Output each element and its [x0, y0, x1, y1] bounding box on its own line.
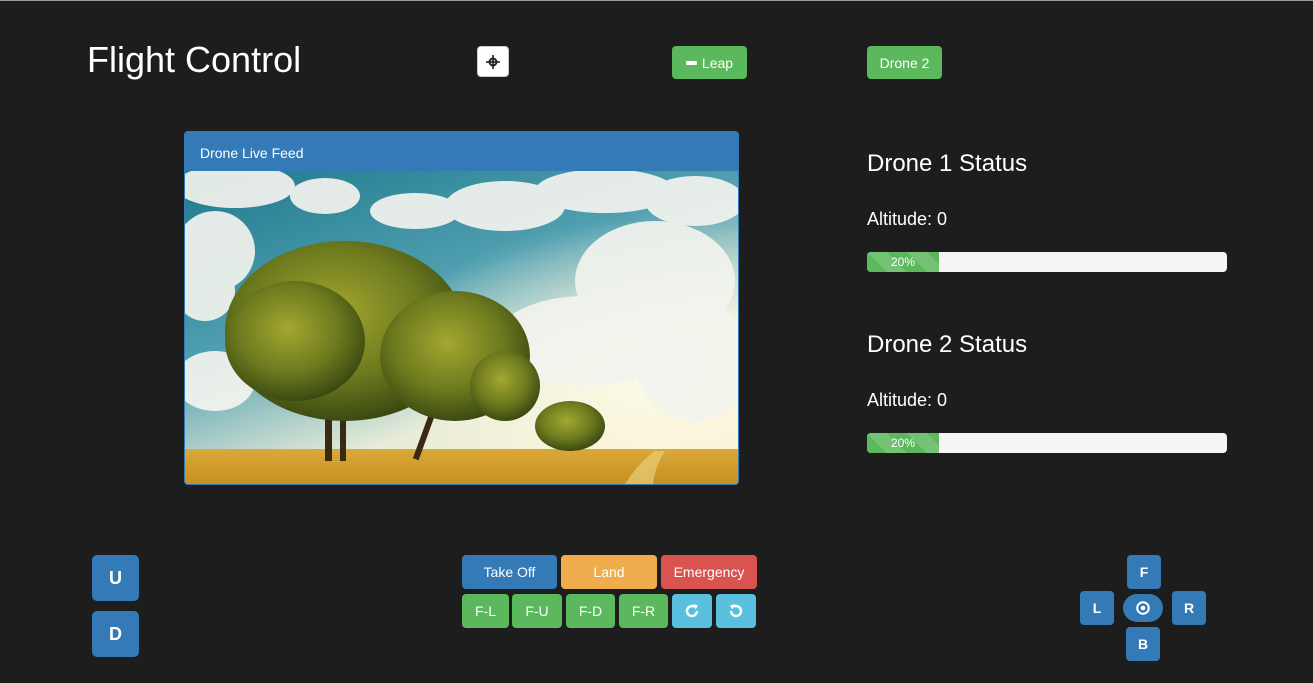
hover-center-button[interactable] [1123, 594, 1163, 622]
drone-1-altitude: Altitude: 0 [867, 209, 948, 229]
take-off-button[interactable]: Take Off [462, 555, 557, 589]
forward-button[interactable]: F [1127, 555, 1161, 589]
flip-right-button[interactable]: F-R [619, 594, 668, 628]
rotate-clockwise-button[interactable] [672, 594, 712, 628]
drone-2-progress-bar: 20% [867, 433, 939, 453]
minus-icon [685, 60, 697, 65]
crosshair-button[interactable] [477, 46, 509, 77]
live-feed-heading: Drone Live Feed [185, 132, 738, 171]
rotate-cw-icon [685, 604, 699, 618]
live-feed-image [185, 171, 738, 484]
rotate-counterclockwise-button[interactable] [716, 594, 756, 628]
down-button[interactable]: D [92, 611, 139, 657]
flip-down-button[interactable]: F-D [566, 594, 615, 628]
flip-left-button[interactable]: F-L [462, 594, 509, 628]
right-button[interactable]: R [1172, 591, 1206, 625]
emergency-button[interactable]: Emergency [661, 555, 757, 589]
drone-1-status-title: Drone 1 Status [867, 150, 1028, 177]
page-title: Flight Control [87, 39, 302, 80]
live-feed-panel: Drone Live Feed [184, 131, 739, 485]
leap-button[interactable]: Leap [672, 46, 747, 79]
target-icon [1136, 601, 1150, 615]
flip-up-button[interactable]: F-U [512, 594, 562, 628]
land-button[interactable]: Land [561, 555, 657, 589]
drone-2-button[interactable]: Drone 2 [867, 46, 942, 79]
drone-2-progress: 20% [867, 433, 1227, 453]
drone-2-altitude: Altitude: 0 [867, 390, 948, 410]
drone-1-progress: 20% [867, 252, 1227, 272]
up-button[interactable]: U [92, 555, 139, 601]
drone-2-status-title: Drone 2 Status [867, 331, 1028, 358]
leap-label: Leap [701, 54, 734, 71]
crosshair-icon [486, 54, 500, 69]
drone-1-progress-bar: 20% [867, 252, 939, 272]
rotate-ccw-icon [729, 604, 743, 618]
back-button[interactable]: B [1126, 627, 1160, 661]
left-button[interactable]: L [1080, 591, 1114, 625]
